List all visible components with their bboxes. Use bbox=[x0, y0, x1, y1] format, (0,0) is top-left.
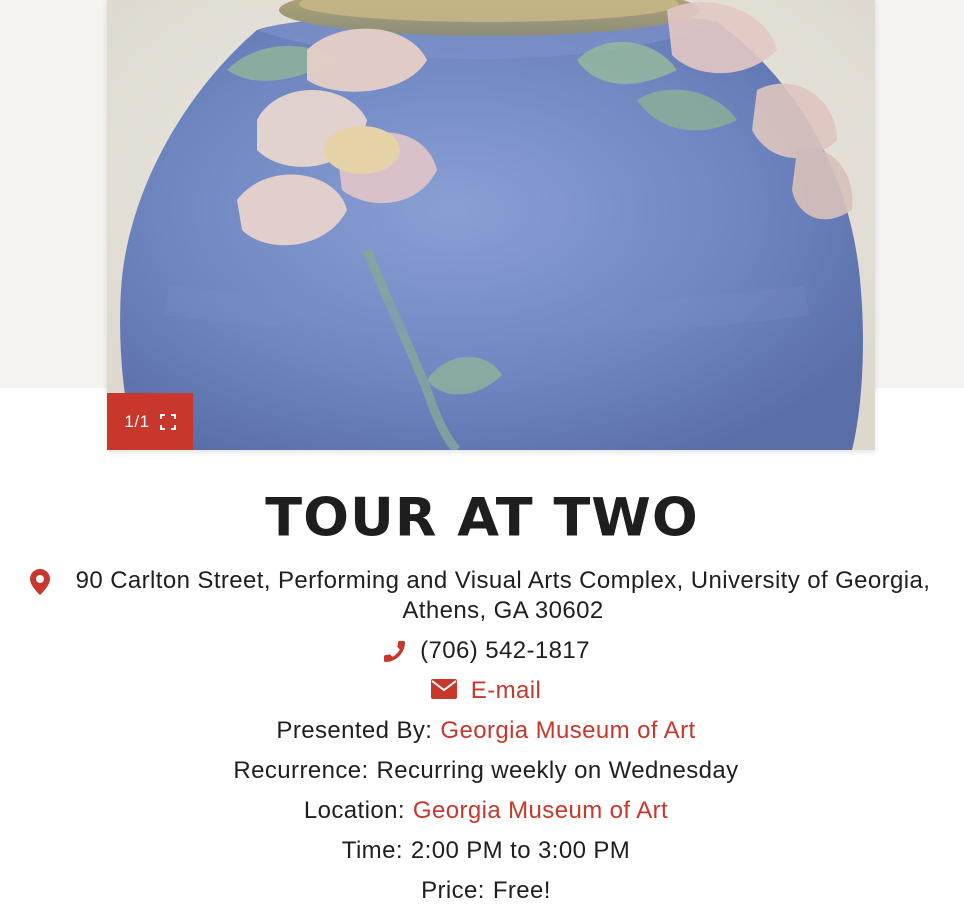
envelope-icon bbox=[430, 679, 457, 699]
event-title: TOUR AT TWO bbox=[265, 486, 699, 549]
location-link[interactable]: Georgia Museum of Art bbox=[413, 796, 668, 826]
vase-image bbox=[107, 0, 875, 450]
presented-by-label: Presented By: bbox=[276, 717, 433, 744]
location-row: Location: Georgia Museum of Art bbox=[30, 796, 942, 826]
expand-icon[interactable] bbox=[159, 413, 176, 430]
time-value: 2:00 PM to 3:00 PM bbox=[410, 837, 631, 864]
recurrence-value: Recurring weekly on Wednesday bbox=[376, 757, 739, 784]
price-row: Price: Free! bbox=[30, 876, 942, 906]
phone-row: (706) 542-1817 bbox=[30, 636, 942, 666]
price-value: Free! bbox=[492, 877, 551, 904]
recurrence-label: Recurrence: bbox=[233, 757, 369, 784]
address-row: 90 Carlton Street, Performing and Visual… bbox=[30, 566, 942, 626]
recurrence-row: Recurrence: Recurring weekly on Wednesda… bbox=[30, 756, 942, 786]
email-row: E-mail bbox=[30, 676, 942, 706]
slide-counter-text: 1/1 bbox=[124, 411, 150, 431]
location-label: Location: bbox=[303, 797, 405, 824]
phone-icon bbox=[384, 641, 406, 662]
slide-counter: 1/1 bbox=[107, 393, 193, 450]
image-gallery[interactable]: 1/1 bbox=[107, 0, 875, 450]
address-text: 90 Carlton Street, Performing and Visual… bbox=[75, 567, 931, 624]
email-link[interactable]: E-mail bbox=[471, 676, 541, 706]
presented-by-link[interactable]: Georgia Museum of Art bbox=[440, 716, 695, 746]
presented-by-row: Presented By: Georgia Museum of Art bbox=[30, 716, 942, 746]
map-marker-icon bbox=[30, 569, 50, 595]
time-label: Time: bbox=[341, 837, 403, 864]
phone-number: (706) 542-1817 bbox=[420, 637, 590, 664]
time-row: Time: 2:00 PM to 3:00 PM bbox=[30, 836, 942, 866]
event-details: 90 Carlton Street, Performing and Visual… bbox=[30, 566, 942, 906]
price-label: Price: bbox=[421, 877, 485, 904]
